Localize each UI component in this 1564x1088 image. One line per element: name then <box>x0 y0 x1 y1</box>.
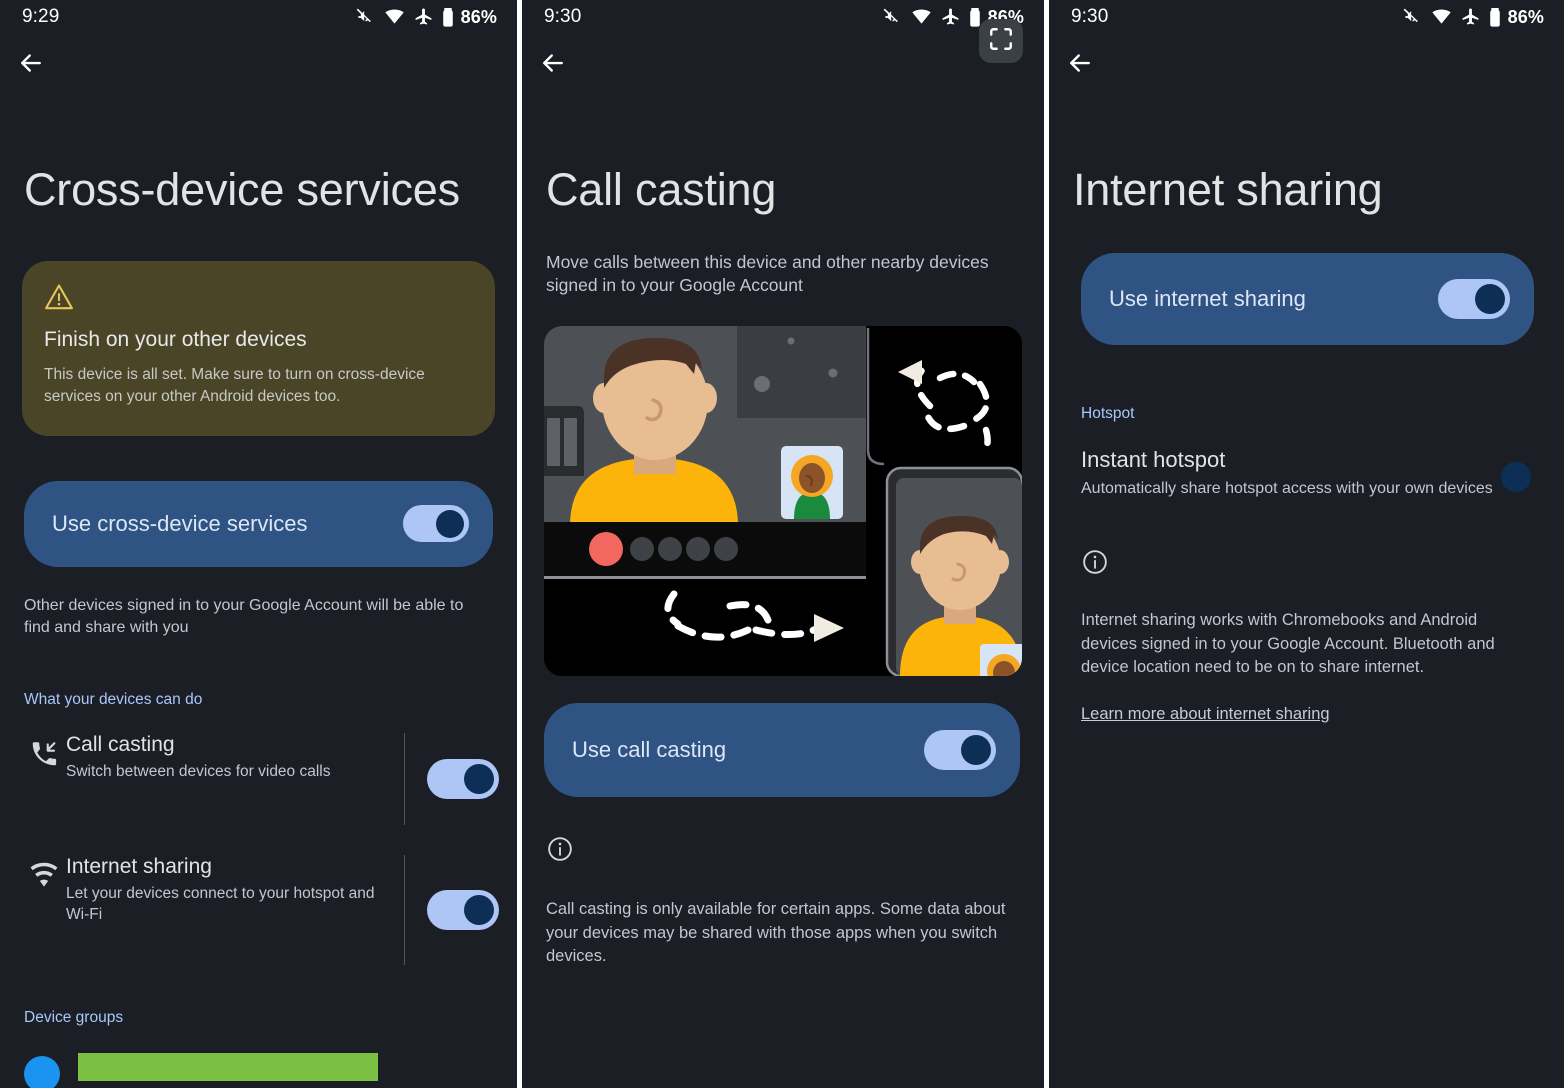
panel-internet-sharing: 9:30 86% Internet sharing Use internet s… <box>1049 0 1564 1088</box>
warning-triangle-icon <box>44 283 473 315</box>
back-arrow-icon <box>538 48 568 78</box>
page-title: Internet sharing <box>1073 164 1383 215</box>
wifi-icon <box>911 7 932 27</box>
list-item-title: Internet sharing <box>66 854 212 878</box>
finish-setup-warning-card: Finish on your other devices This device… <box>22 260 495 436</box>
battery-icon <box>442 7 454 28</box>
call-casting-note: Call casting is only available for certa… <box>546 900 1006 965</box>
internet-sharing-toggle-container[interactable] <box>404 854 499 965</box>
back-arrow-icon <box>1065 48 1095 78</box>
status-bar: 9:30 86% <box>1049 0 1564 34</box>
wifi-icon <box>22 855 66 891</box>
call-casting-toggle-container[interactable] <box>404 732 499 825</box>
info-circle-icon <box>1049 548 1564 581</box>
switch-card-label: Use internet sharing <box>1109 285 1306 311</box>
list-item-title: Call casting <box>66 732 175 756</box>
redacted-group-name <box>78 1052 378 1081</box>
wifi-icon <box>384 7 405 27</box>
switch-card-label: Use call casting <box>572 737 727 763</box>
section-heading-hotspot: Hotspot <box>1081 404 1135 422</box>
call-casting-illustration <box>544 326 1022 677</box>
switch-card-label: Use cross-device services <box>52 510 308 536</box>
airplane-mode-icon <box>941 7 960 27</box>
info-circle-icon <box>522 835 1044 868</box>
phone-forwarded-icon <box>22 733 66 769</box>
section-heading-what-devices-can-do: What your devices can do <box>24 690 203 708</box>
status-bar: 9:30 86% <box>522 0 1044 34</box>
battery-percent: 86% <box>1507 6 1544 27</box>
list-item-internet-sharing[interactable]: Internet sharing Let your devices connec… <box>0 854 517 965</box>
battery-icon <box>969 7 981 28</box>
section-heading-device-groups: Device groups <box>24 1008 124 1026</box>
back-button[interactable] <box>1049 34 1564 92</box>
list-item-subtitle: Switch between devices for video calls <box>66 763 331 781</box>
page-subtitle: Move calls between this device and other… <box>546 251 989 296</box>
list-item-subtitle: Automatically share hotspot access with … <box>1081 480 1493 498</box>
airplane-mode-icon <box>1461 7 1480 27</box>
fullscreen-button[interactable] <box>979 19 1023 63</box>
call-casting-toggle[interactable] <box>427 758 499 799</box>
list-item-title: Instant hotspot <box>1081 446 1226 472</box>
use-call-casting-switch-card[interactable]: Use call casting <box>544 703 1020 798</box>
internet-sharing-toggle[interactable] <box>427 889 499 930</box>
status-bar-time: 9:29 <box>22 6 60 27</box>
battery-percent: 86% <box>460 6 497 27</box>
wifi-icon <box>1431 7 1452 27</box>
use-call-casting-toggle[interactable] <box>924 730 996 771</box>
page-title: Call casting <box>546 164 777 215</box>
back-button[interactable] <box>0 34 517 92</box>
internet-sharing-note: Internet sharing works with Chromebooks … <box>1081 611 1495 676</box>
list-item-instant-hotspot[interactable]: Instant hotspot Automatically share hots… <box>1049 447 1564 501</box>
use-cross-device-services-toggle[interactable] <box>403 505 469 542</box>
warning-title: Finish on your other devices <box>44 327 307 351</box>
panel-call-casting: 9:30 86% Call casting Move calls between… <box>522 0 1044 1088</box>
use-cross-device-services-switch-card[interactable]: Use cross-device services <box>24 480 493 567</box>
learn-more-link[interactable]: Learn more about internet sharing <box>1049 705 1362 724</box>
use-internet-sharing-switch-card[interactable]: Use internet sharing <box>1081 252 1534 345</box>
mute-icon <box>1402 7 1422 27</box>
back-button[interactable] <box>522 34 1044 92</box>
three-screenshot-strip: 9:29 86% Cross-device services Finish on… <box>0 0 1564 1088</box>
fullscreen-icon <box>988 26 1014 57</box>
use-internet-sharing-toggle[interactable] <box>1438 278 1510 319</box>
status-bar: 9:29 86% <box>0 0 517 34</box>
status-bar-time: 9:30 <box>1071 6 1109 27</box>
mute-icon <box>355 7 375 27</box>
mute-icon <box>882 7 902 27</box>
airplane-mode-icon <box>414 7 433 27</box>
battery-icon <box>1489 7 1501 28</box>
avatar <box>24 1055 60 1088</box>
warning-body: This device is all set. Make sure to tur… <box>44 365 425 405</box>
status-bar-time: 9:30 <box>544 6 582 27</box>
cross-device-helper-text: Other devices signed in to your Google A… <box>24 596 464 636</box>
back-arrow-icon <box>16 48 46 78</box>
list-item-call-casting[interactable]: Call casting Switch between devices for … <box>0 732 517 825</box>
device-group-item[interactable]: Pixel 6 Pro added to group <box>0 1052 517 1088</box>
panel-cross-device-services: 9:29 86% Cross-device services Finish on… <box>0 0 517 1088</box>
page-title: Cross-device services <box>24 164 460 215</box>
list-item-subtitle: Let your devices connect to your hotspot… <box>66 885 375 924</box>
